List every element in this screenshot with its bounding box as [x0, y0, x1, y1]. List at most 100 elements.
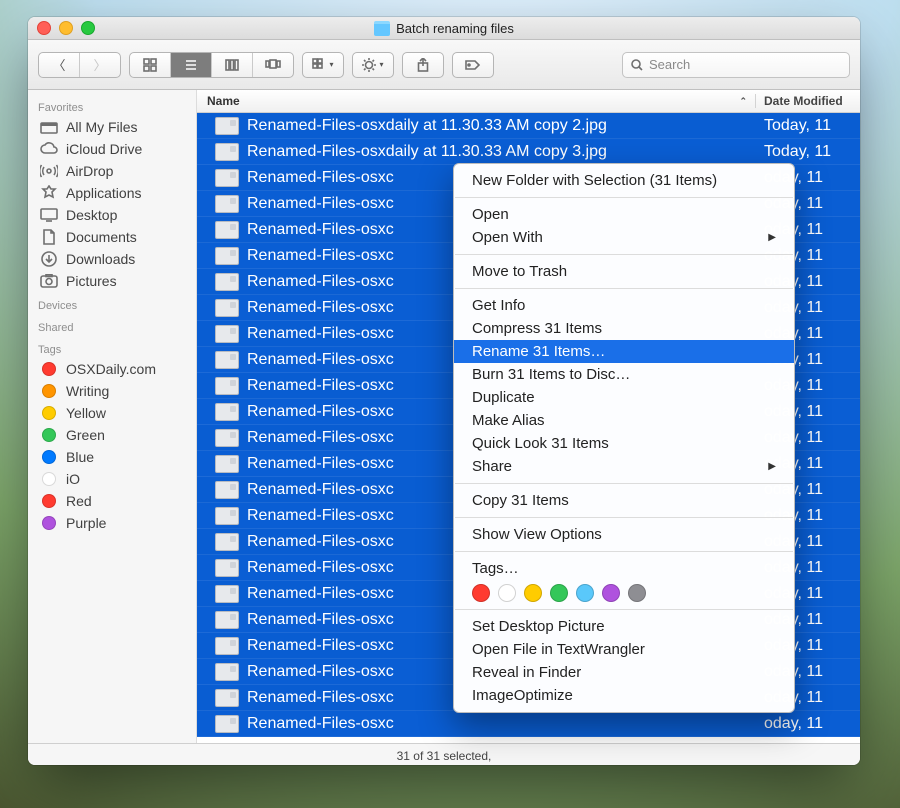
menu-item-copy-items[interactable]: Copy 31 Items: [454, 489, 794, 512]
sidebar-tag-io[interactable]: iO: [28, 468, 196, 490]
close-button[interactable]: [37, 21, 51, 35]
menu-item-label: Share: [472, 458, 512, 475]
menu-item-duplicate[interactable]: Duplicate: [454, 386, 794, 409]
sidebar-header-favorites: Favorites: [28, 94, 196, 116]
sidebar-item-all-my-files[interactable]: All My Files: [28, 116, 196, 138]
tag-dot-icon: [42, 362, 56, 376]
sidebar-tag-green[interactable]: Green: [28, 424, 196, 446]
tag-dot-icon: [42, 406, 56, 420]
menu-item-label: Burn 31 Items to Disc…: [472, 366, 630, 383]
search-icon: [631, 59, 643, 71]
sort-caret-icon: ⌃: [739, 96, 747, 107]
sidebar-item-icon: [40, 163, 58, 179]
column-date[interactable]: Date Modified: [755, 94, 860, 108]
menu-separator: [455, 254, 793, 255]
file-date: Today, 11: [756, 117, 860, 135]
forward-button[interactable]: 〉: [80, 53, 120, 77]
sidebar-item-icon: [40, 229, 58, 245]
sidebar: Favorites All My Files iCloud Drive AirD…: [28, 90, 197, 743]
menu-item-quick-look-items[interactable]: Quick Look 31 Items: [454, 432, 794, 455]
tag-dot-icon: [42, 384, 56, 398]
sidebar-item-label: Applications: [66, 185, 142, 201]
menu-tag-circle[interactable]: [602, 584, 620, 602]
menu-separator: [455, 197, 793, 198]
menu-item-new-folder-with-selection-items[interactable]: New Folder with Selection (31 Items): [454, 169, 794, 192]
menu-item-share[interactable]: Share: [454, 455, 794, 478]
menu-separator: [455, 609, 793, 610]
view-list-button[interactable]: [171, 53, 212, 77]
sidebar-item-airdrop[interactable]: AirDrop: [28, 160, 196, 182]
view-columns-button[interactable]: [212, 53, 253, 77]
menu-item-reveal-in-finder[interactable]: Reveal in Finder: [454, 661, 794, 684]
file-icon: [215, 611, 239, 629]
column-name[interactable]: Name ⌃: [197, 94, 755, 108]
zoom-button[interactable]: [81, 21, 95, 35]
file-row[interactable]: Renamed-Files-osxdaily at 11.30.33 AM co…: [197, 139, 860, 165]
menu-item-label: Open With: [472, 229, 543, 246]
share-button[interactable]: [402, 52, 444, 78]
menu-item-make-alias[interactable]: Make Alias: [454, 409, 794, 432]
file-icon: [215, 195, 239, 213]
menu-item-label: Open File in TextWrangler: [472, 641, 645, 658]
sidebar-tag-label: Red: [66, 493, 92, 509]
arrange-button[interactable]: ▾: [302, 52, 344, 78]
menu-item-label: Compress 31 Items: [472, 320, 602, 337]
menu-tag-circle[interactable]: [472, 584, 490, 602]
menu-tag-circle[interactable]: [628, 584, 646, 602]
file-name: Renamed-Files-osxdaily at 11.30.33 AM co…: [247, 117, 756, 135]
menu-item-label: ImageOptimize: [472, 687, 573, 704]
sidebar-item-pictures[interactable]: Pictures: [28, 270, 196, 292]
file-name: Renamed-Files-osxdaily at 11.30.33 AM co…: [247, 143, 756, 161]
menu-tag-circle[interactable]: [576, 584, 594, 602]
menu-item-show-view-options[interactable]: Show View Options: [454, 523, 794, 546]
sidebar-item-desktop[interactable]: Desktop: [28, 204, 196, 226]
sidebar-item-documents[interactable]: Documents: [28, 226, 196, 248]
file-name: Renamed-Files-osxc: [247, 715, 756, 733]
action-button[interactable]: ▾: [352, 52, 394, 78]
menu-tag-circle[interactable]: [524, 584, 542, 602]
sidebar-item-icloud-drive[interactable]: iCloud Drive: [28, 138, 196, 160]
folder-icon: [374, 21, 390, 36]
file-icon: [215, 533, 239, 551]
menu-item-open-file-in-textwrangler[interactable]: Open File in TextWrangler: [454, 638, 794, 661]
menu-item-compress-items[interactable]: Compress 31 Items: [454, 317, 794, 340]
menu-tag-circle[interactable]: [498, 584, 516, 602]
sidebar-item-downloads[interactable]: Downloads: [28, 248, 196, 270]
file-date: Today, 11: [756, 143, 860, 161]
menu-item-burn-items-to-disc[interactable]: Burn 31 Items to Disc…: [454, 363, 794, 386]
sidebar-tag-red[interactable]: Red: [28, 490, 196, 512]
sidebar-item-applications[interactable]: Applications: [28, 182, 196, 204]
search-placeholder: Search: [649, 57, 690, 72]
sidebar-tag-osxdaily-com[interactable]: OSXDaily.com: [28, 358, 196, 380]
back-button[interactable]: 〈: [39, 53, 80, 77]
file-row[interactable]: Renamed-Files-osxc oday, 11: [197, 711, 860, 737]
sidebar-tag-blue[interactable]: Blue: [28, 446, 196, 468]
menu-item-get-info[interactable]: Get Info: [454, 294, 794, 317]
menu-item-tags[interactable]: Tags…: [454, 557, 794, 580]
sidebar-tag-yellow[interactable]: Yellow: [28, 402, 196, 424]
menu-item-open[interactable]: Open: [454, 203, 794, 226]
menu-item-label: Rename 31 Items…: [472, 343, 605, 360]
menu-tags-row: [454, 580, 794, 604]
view-coverflow-button[interactable]: [253, 53, 293, 77]
titlebar: Batch renaming files: [28, 17, 860, 40]
minimize-button[interactable]: [59, 21, 73, 35]
file-icon: [215, 169, 239, 187]
view-icons-button[interactable]: [130, 53, 171, 77]
menu-item-imageoptimize[interactable]: ImageOptimize: [454, 684, 794, 707]
file-row[interactable]: Renamed-Files-osxdaily at 11.30.33 AM co…: [197, 113, 860, 139]
menu-item-label: Duplicate: [472, 389, 535, 406]
menu-item-label: Move to Trash: [472, 263, 567, 280]
tag-dot-icon: [42, 516, 56, 530]
tags-button[interactable]: [452, 52, 494, 78]
sidebar-tag-purple[interactable]: Purple: [28, 512, 196, 534]
search-input[interactable]: Search: [622, 52, 850, 78]
menu-item-open-with[interactable]: Open With: [454, 226, 794, 249]
menu-item-move-to-trash[interactable]: Move to Trash: [454, 260, 794, 283]
menu-item-set-desktop-picture[interactable]: Set Desktop Picture: [454, 615, 794, 638]
sidebar-tag-label: Blue: [66, 449, 94, 465]
sidebar-tag-writing[interactable]: Writing: [28, 380, 196, 402]
menu-item-rename-items[interactable]: Rename 31 Items…: [454, 340, 794, 363]
sidebar-item-label: All My Files: [66, 119, 138, 135]
menu-tag-circle[interactable]: [550, 584, 568, 602]
